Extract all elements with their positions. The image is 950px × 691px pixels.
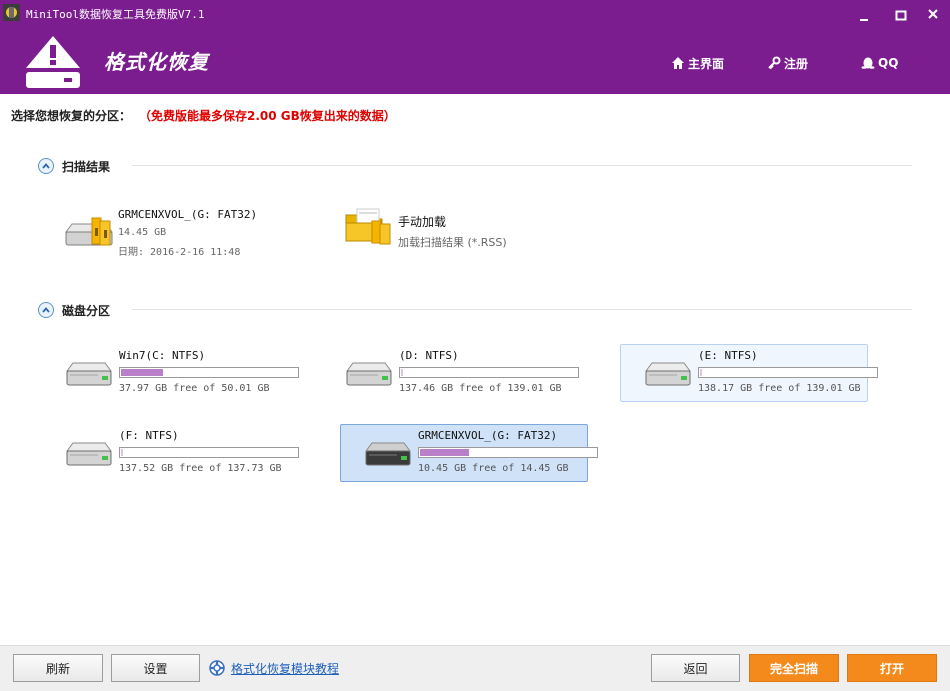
partition-tile[interactable]: (F: NTFS) 137.52 GB free of 137.73 GB: [41, 424, 299, 482]
usage-bar: [698, 367, 878, 378]
manual-load-title: 手动加载: [398, 215, 447, 229]
partition-name: (E: NTFS): [698, 349, 758, 362]
hard-drive-icon: [365, 442, 411, 466]
key-icon: [768, 56, 781, 70]
lifebuoy-icon: [209, 660, 225, 676]
home-link-label: 主界面: [688, 56, 725, 71]
chevron-up-icon: [38, 302, 54, 318]
drive-icon: [65, 217, 113, 246]
partition-name: GRMCENXVOL_(G: FAT32): [418, 429, 558, 442]
partition-tile[interactable]: (E: NTFS) 138.17 GB free of 139.01 GB: [620, 344, 878, 402]
folder-icon: [345, 208, 391, 245]
hard-drive-icon: [66, 362, 112, 386]
register-link[interactable]: 注册: [767, 54, 808, 72]
partition-usage: 138.17 GB free of 139.01 GB: [698, 383, 861, 394]
usage-bar-fill: [700, 369, 702, 376]
partition-usage: 10.45 GB free of 14.45 GB: [418, 463, 569, 474]
partition-usage: 137.52 GB free of 137.73 GB: [119, 463, 282, 474]
home-link[interactable]: 主界面: [671, 54, 724, 72]
section-title: 磁盘分区: [62, 303, 111, 318]
partition-tile[interactable]: Win7(C: NTFS) 37.97 GB free of 50.01 GB: [41, 344, 299, 402]
partition-tile[interactable]: GRMCENXVOL_(G: FAT32) 10.45 GB free of 14…: [340, 424, 598, 482]
divider: [132, 309, 912, 310]
open-button[interactable]: 打开: [847, 654, 937, 682]
usage-bar: [399, 367, 579, 378]
usage-bar-fill: [121, 449, 123, 456]
header-bar: MiniTool数据恢复工具免费版V7.1 格式化恢复 主界面 注册 QQ: [0, 0, 950, 94]
partition-name: (D: NTFS): [399, 349, 459, 362]
register-link-label: 注册: [784, 56, 809, 71]
result-title: GRMCENXVOL_(G: FAT32): [118, 208, 258, 221]
divider: [132, 165, 912, 166]
section-title: 扫描结果: [62, 159, 111, 174]
partition-usage: 37.97 GB free of 50.01 GB: [119, 383, 270, 394]
usage-bar: [119, 447, 299, 458]
usage-bar-fill: [121, 369, 163, 376]
partition-tile[interactable]: (D: NTFS) 137.46 GB free of 139.01 GB: [321, 344, 579, 402]
qq-link[interactable]: QQ: [861, 54, 898, 72]
minimize-icon: [860, 19, 868, 21]
full-scan-button[interactable]: 完全扫描: [749, 654, 839, 682]
tutorial-link-label: 格式化恢复模块教程: [231, 661, 340, 676]
tutorial-link[interactable]: 格式化恢复模块教程: [209, 659, 339, 677]
maximize-icon: [895, 10, 907, 21]
settings-button[interactable]: 设置: [111, 654, 200, 682]
instruction-label: 选择您想恢复的分区：: [11, 109, 132, 123]
usage-bar: [119, 367, 299, 378]
hard-drive-icon: [645, 362, 691, 386]
manual-load-item[interactable]: 手动加载 加载扫描结果 (*.RSS): [344, 208, 584, 273]
disk-partitions-header[interactable]: 磁盘分区: [38, 301, 110, 319]
free-version-note: （免费版能最多保存2.00 GB恢复出来的数据）: [145, 109, 396, 123]
scan-result-item[interactable]: GRMCENXVOL_(G: FAT32) 14.45 GB 日期: 2016-…: [64, 208, 304, 268]
refresh-button[interactable]: 刷新: [13, 654, 103, 682]
partition-name: (F: NTFS): [119, 429, 179, 442]
home-icon: [672, 57, 684, 69]
hard-drive-icon: [66, 442, 112, 466]
partition-name: Win7(C: NTFS): [119, 349, 206, 362]
result-date: 日期: 2016-2-16 11:48: [118, 247, 241, 258]
qq-link-label: QQ: [878, 56, 899, 70]
usage-bar: [418, 447, 598, 458]
chevron-up-icon: [38, 158, 54, 174]
close-icon: [928, 9, 938, 19]
hard-drive-icon: [346, 362, 392, 386]
manual-load-subtitle: 加载扫描结果 (*.RSS): [398, 236, 507, 249]
back-button[interactable]: 返回: [651, 654, 740, 682]
usage-bar-fill: [420, 449, 469, 456]
scan-results-header[interactable]: 扫描结果: [38, 157, 110, 175]
close-button[interactable]: [921, 4, 947, 26]
instruction: 选择您想恢复的分区： （免费版能最多保存2.00 GB恢复出来的数据）: [11, 107, 396, 124]
app-logo-icon: [3, 4, 20, 21]
minimize-button[interactable]: [851, 4, 877, 26]
warning-drive-logo: [26, 36, 80, 88]
footer-bar: 刷新 设置 格式化恢复模块教程 返回 完全扫描 打开: [0, 645, 950, 691]
result-size: 14.45 GB: [118, 227, 167, 238]
partition-usage: 137.46 GB free of 139.01 GB: [399, 383, 562, 394]
window-title: MiniTool数据恢复工具免费版V7.1: [26, 8, 205, 21]
usage-bar-fill: [401, 369, 403, 376]
qq-penguin-icon: [861, 57, 875, 69]
page-title: 格式化恢复: [104, 50, 209, 74]
maximize-button[interactable]: [888, 4, 914, 26]
